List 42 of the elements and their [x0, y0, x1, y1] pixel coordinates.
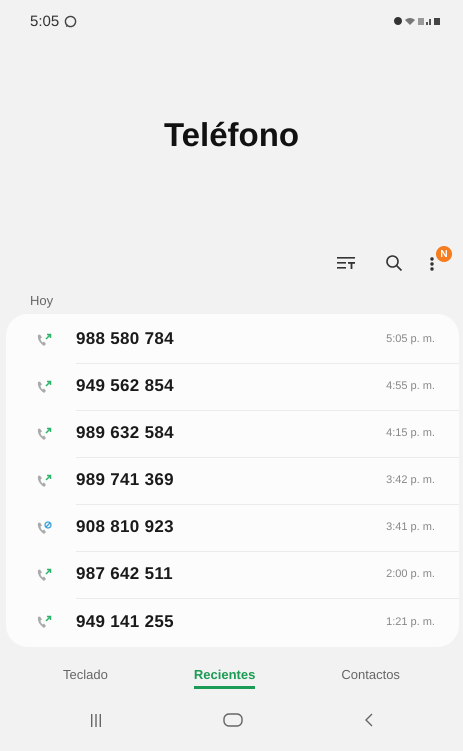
call-time: 3:41 p. m.	[386, 521, 435, 533]
call-row[interactable]: 989 632 584 4:15 p. m.	[6, 410, 459, 457]
outgoing-call-icon	[36, 332, 52, 346]
blocked-call-icon	[36, 520, 52, 534]
call-row[interactable]: 949 562 854 4:55 p. m.	[6, 363, 459, 410]
outgoing-call-icon	[36, 568, 52, 582]
outgoing-call-icon	[36, 474, 52, 488]
call-time: 5:05 p. m.	[386, 333, 435, 345]
notification-badge: N	[436, 246, 452, 262]
more-icon	[430, 255, 434, 271]
tab[interactable]: Teclado	[63, 665, 108, 689]
phone-number: 987 642 511	[76, 564, 173, 584]
tab[interactable]: Contactos	[341, 665, 400, 689]
back-icon	[364, 713, 373, 727]
status-icons-drawing	[393, 16, 441, 26]
outgoing-call-icon	[36, 426, 52, 440]
home-icon	[222, 713, 243, 727]
filter-icon	[337, 257, 355, 269]
outgoing-call-icon	[36, 614, 52, 628]
phone-number: 949 562 854	[76, 376, 174, 396]
search-icon	[385, 254, 403, 272]
phone-number: 989 632 584	[76, 423, 174, 443]
recent-apps-icon	[90, 714, 102, 726]
status-time: 5:05	[30, 12, 60, 30]
call-row[interactable]: 987 642 511 2:00 p. m.	[6, 551, 459, 598]
call-time: 1:21 p. m.	[386, 616, 435, 628]
chat-icon	[64, 14, 78, 28]
call-row[interactable]: 908 810 923 3:41 p. m.	[6, 504, 459, 551]
call-time: 4:55 p. m.	[386, 380, 435, 392]
call-row[interactable]: 989 741 369 3:42 p. m.	[6, 457, 459, 504]
call-time: 2:00 p. m.	[386, 568, 435, 580]
call-time: 4:15 p. m.	[386, 427, 435, 439]
phone-number: 989 741 369	[76, 470, 174, 490]
call-row[interactable]: 949 141 255 1:21 p. m.	[6, 598, 459, 645]
phone-number: 908 810 923	[76, 517, 174, 537]
call-row[interactable]: 988 580 784 5:05 p. m.	[6, 316, 459, 363]
section-header: Hoy	[29, 292, 54, 310]
call-time: 3:42 p. m.	[386, 474, 435, 486]
phone-number: 949 141 255	[76, 612, 174, 632]
outgoing-call-icon	[36, 380, 52, 394]
app-title: Teléfono	[164, 116, 300, 154]
phone-number: 988 580 784	[76, 329, 174, 349]
